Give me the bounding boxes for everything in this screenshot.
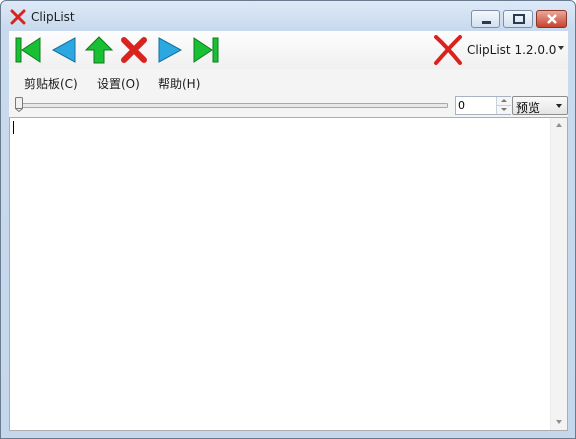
version-dropdown[interactable]: ClipList 1.2.0.0 — [431, 33, 568, 67]
last-icon[interactable] — [191, 35, 221, 65]
chevron-down-icon — [558, 46, 564, 50]
spin-down-button[interactable] — [496, 106, 511, 114]
title-bar[interactable]: ClipList — [1, 1, 575, 31]
client-area: ClipList 1.2.0.0 剪贴板(C) 设置(O) 帮助(H) 0 预览 — [9, 31, 568, 431]
index-spinner[interactable]: 0 — [455, 96, 511, 115]
text-caret — [13, 121, 14, 134]
chevron-down-icon — [556, 104, 562, 108]
navigation-row: 0 预览 — [9, 95, 568, 117]
view-mode-value: 预览 — [516, 101, 541, 115]
app-version-label: ClipList 1.2.0.0 — [467, 43, 557, 57]
minimize-button[interactable] — [471, 10, 500, 28]
view-mode-select[interactable]: 预览 — [512, 96, 568, 115]
previous-icon[interactable] — [49, 35, 79, 65]
history-slider-track[interactable] — [16, 103, 448, 108]
cliplist-logo-icon — [434, 35, 462, 65]
menu-settings[interactable]: 设置(O) — [97, 75, 140, 92]
minimize-icon — [482, 21, 491, 24]
scroll-down-icon[interactable] — [551, 414, 567, 430]
close-icon — [547, 14, 557, 24]
app-window: ClipList ClipList 1.2.0.0 剪贴板(C) 设置(O) 帮… — [0, 0, 576, 439]
delete-icon[interactable] — [119, 35, 149, 65]
maximize-button[interactable] — [503, 10, 533, 28]
spinner-value: 0 — [458, 99, 465, 112]
up-icon[interactable] — [84, 35, 114, 65]
next-icon[interactable] — [155, 35, 185, 65]
toolbar: ClipList 1.2.0.0 — [9, 31, 568, 69]
slider-thumb[interactable] — [15, 97, 23, 112]
close-button[interactable] — [536, 10, 567, 28]
menu-bar: 剪贴板(C) 设置(O) 帮助(H) — [9, 69, 568, 95]
maximize-icon — [513, 14, 525, 24]
first-icon[interactable] — [13, 35, 43, 65]
window-title: ClipList — [31, 10, 75, 24]
menu-clipboard[interactable]: 剪贴板(C) — [24, 75, 78, 92]
clip-text-area[interactable] — [9, 117, 568, 431]
vertical-scrollbar[interactable] — [550, 118, 567, 430]
spin-up-button[interactable] — [496, 97, 511, 106]
x-icon — [10, 9, 26, 25]
scroll-up-icon[interactable] — [551, 118, 567, 134]
menu-help[interactable]: 帮助(H) — [158, 75, 200, 92]
